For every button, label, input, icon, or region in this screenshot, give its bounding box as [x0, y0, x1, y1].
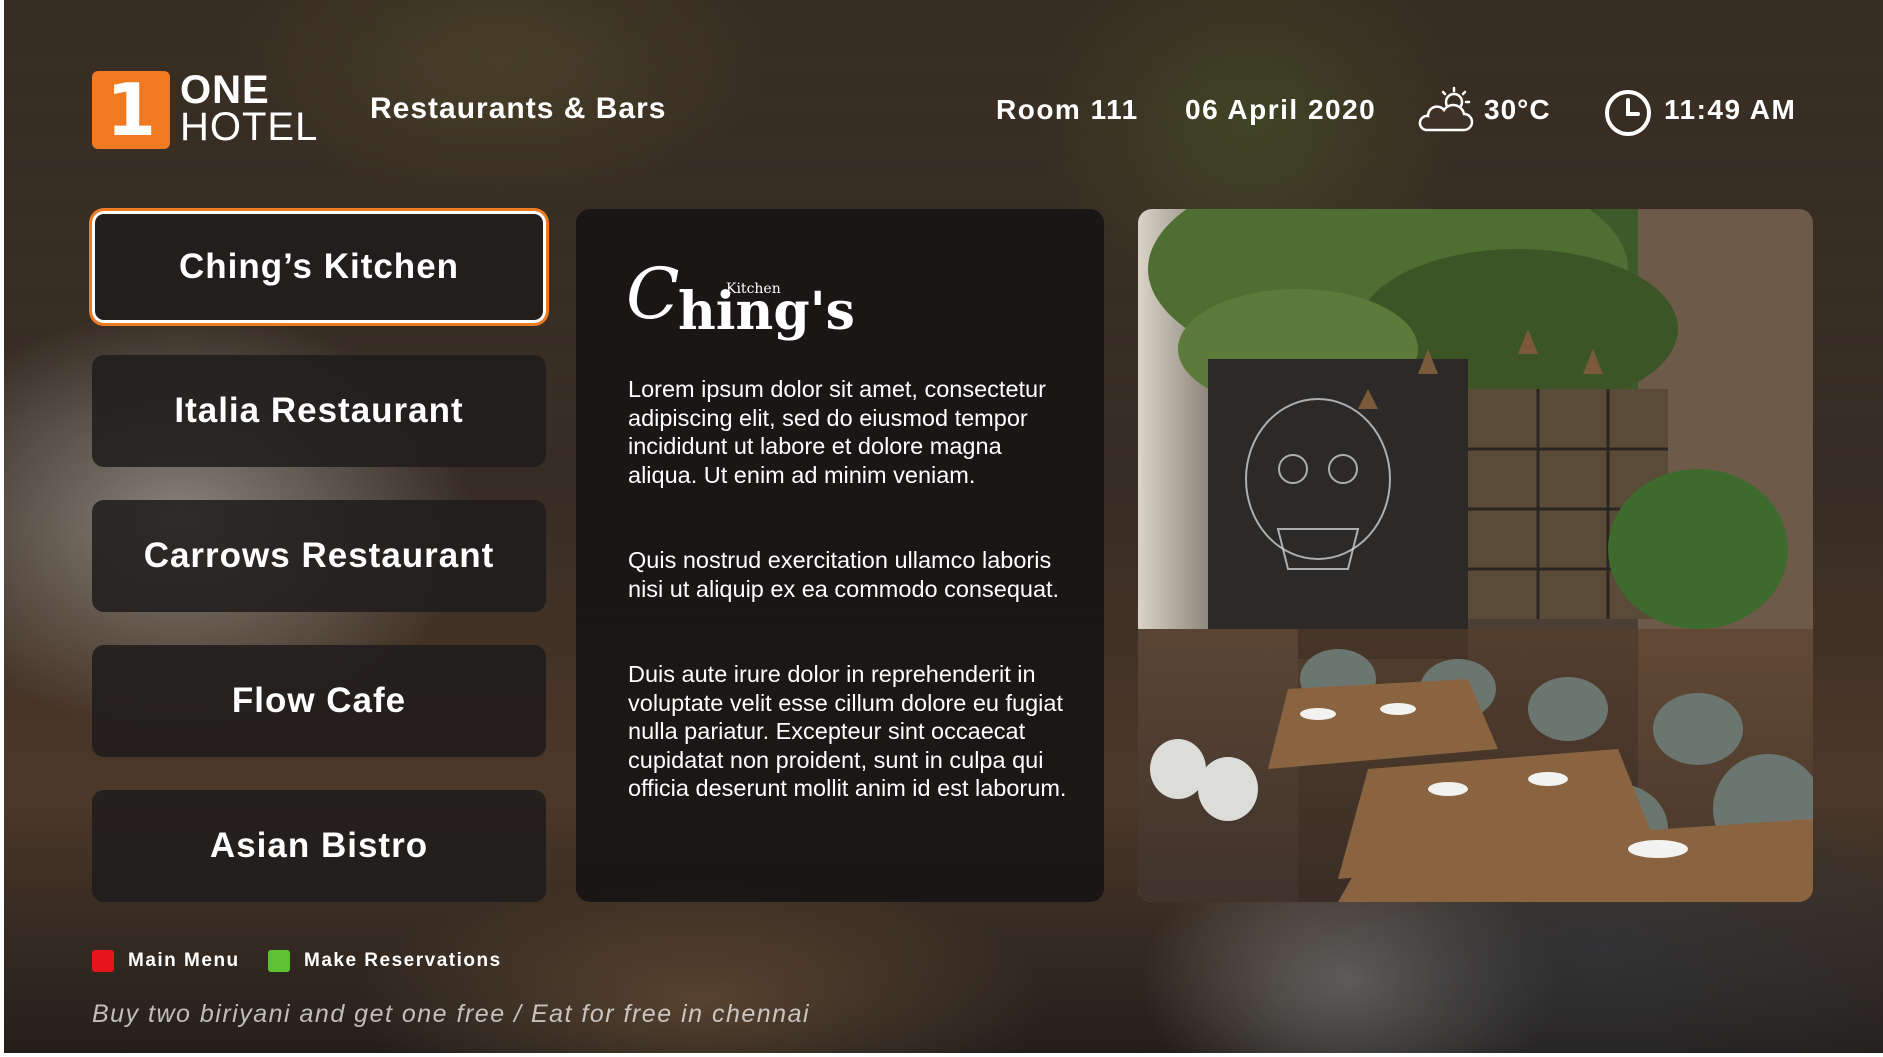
page-title: Restaurants & Bars — [370, 92, 667, 125]
description-paragraph: Duis aute irure dolor in reprehenderit i… — [628, 661, 1067, 801]
main-menu-key-label[interactable]: Main Menu — [128, 950, 240, 972]
frame-edge-left — [0, 0, 4, 1057]
partly-cloudy-icon — [1418, 86, 1474, 132]
current-date: 06 April 2020 — [1185, 94, 1377, 125]
logo-mark-digit: 1 — [105, 68, 157, 152]
brand-logo-rest: hing's — [678, 281, 855, 342]
green-key-icon — [268, 950, 290, 972]
restaurant-interior-image — [1138, 209, 1813, 902]
menu-item-chings-kitchen[interactable]: Ching’s Kitchen — [92, 211, 546, 323]
make-reservations-key-label[interactable]: Make Reservations — [304, 950, 502, 972]
current-time: 11:49 AM — [1664, 94, 1797, 125]
restaurant-info-panel: C Kitchen hing's Lorem ipsum dolor sit a… — [576, 209, 1104, 902]
room-number: Room 111 — [996, 94, 1139, 125]
promo-ticker: Buy two biriyani and get one free / Eat … — [92, 1000, 811, 1028]
restaurant-photo — [1138, 209, 1813, 902]
hotel-logo-mark: 1 — [92, 71, 170, 149]
description-paragraph: Lorem ipsum dolor sit amet, consectetur … — [628, 376, 1046, 488]
menu-item-asian-bistro[interactable]: Asian Bistro — [92, 790, 546, 902]
brand-logo-initial: C — [626, 253, 680, 335]
frame-edge-bottom — [0, 1053, 1883, 1057]
temperature: 30°C — [1484, 94, 1551, 125]
menu-item-carrows-restaurant[interactable]: Carrows Restaurant — [92, 500, 546, 612]
hotel-logo-text: ONE HOTEL — [180, 68, 319, 149]
menu-item-italia-restaurant[interactable]: Italia Restaurant — [92, 355, 546, 467]
description-paragraph: Quis nostrud exercitation ullamco labori… — [628, 547, 1060, 602]
red-key-icon — [92, 950, 114, 972]
menu-item-flow-cafe[interactable]: Flow Cafe — [92, 645, 546, 757]
logo-line-hotel: HOTEL — [180, 104, 319, 149]
logo-line-one: ONE — [180, 68, 270, 112]
clock-icon — [1605, 90, 1651, 136]
